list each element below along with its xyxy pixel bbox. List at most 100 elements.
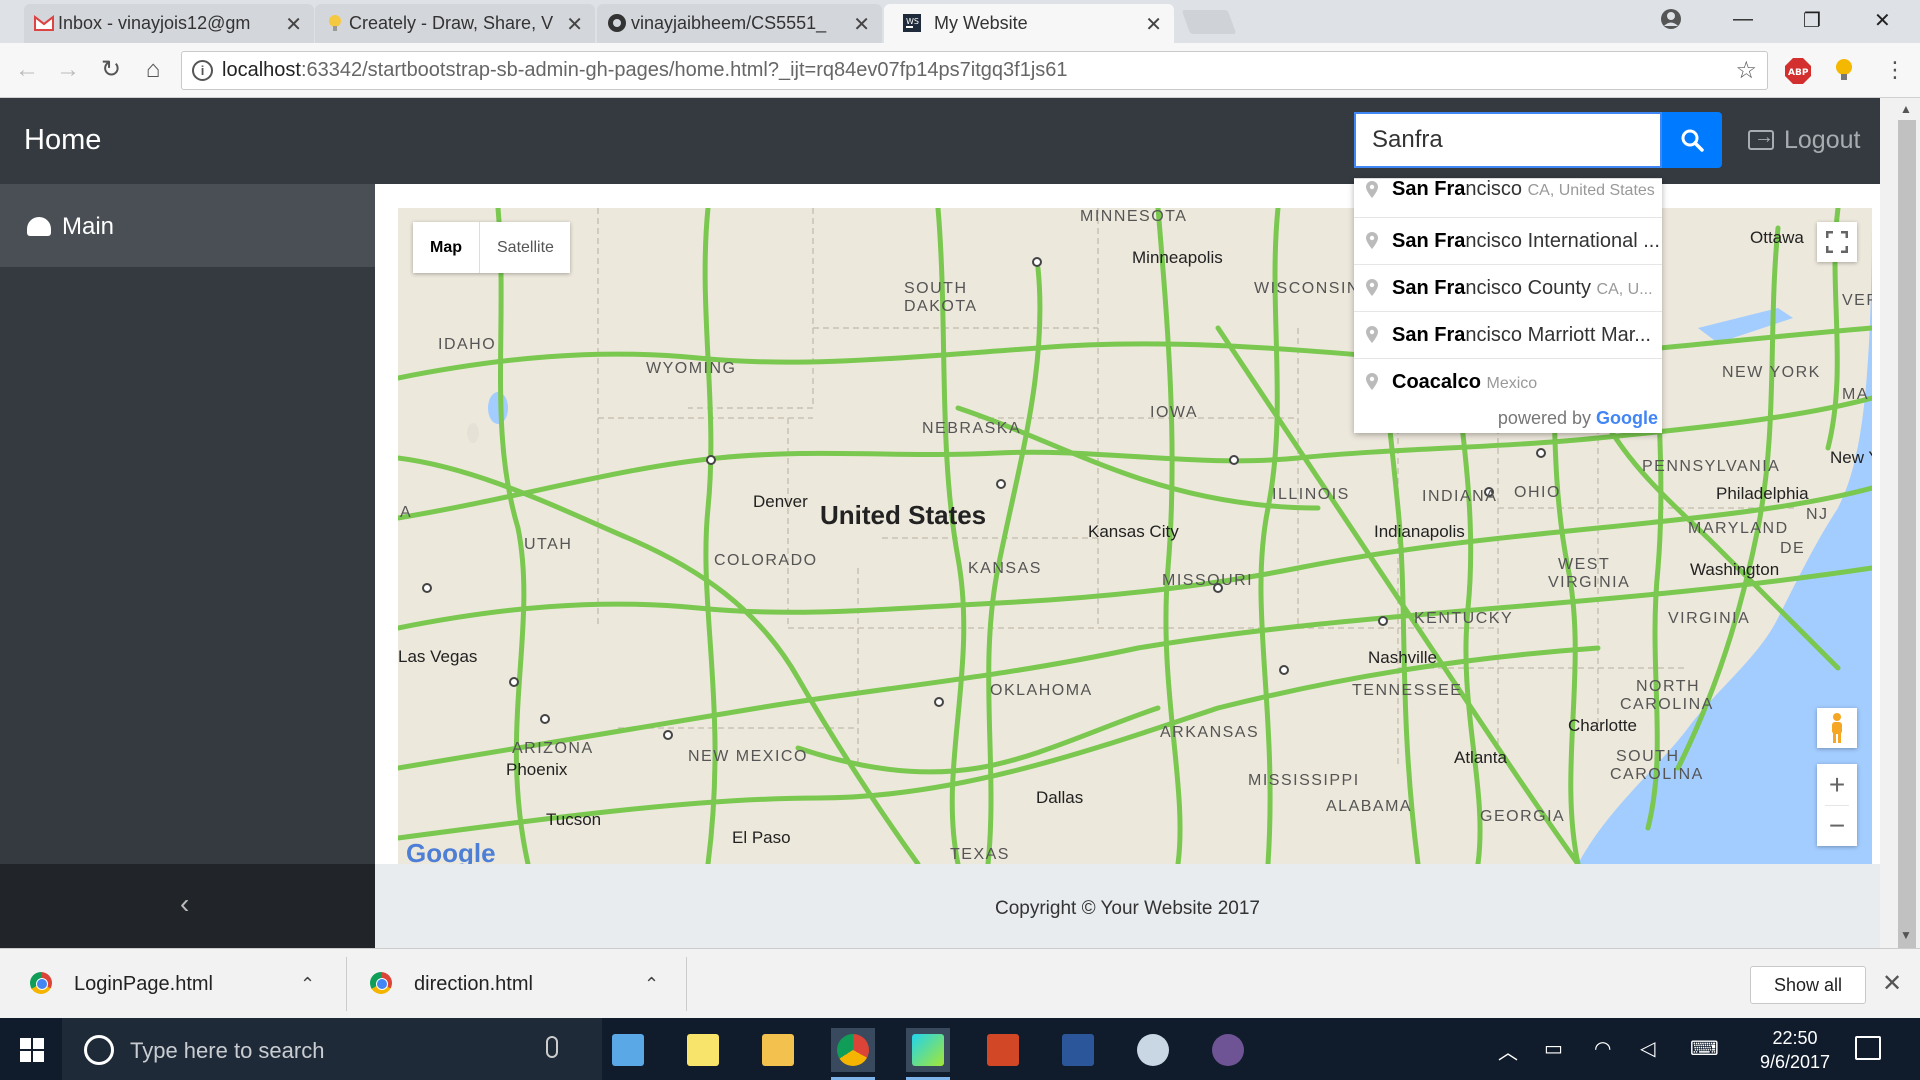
wifi-icon[interactable]: ◠ bbox=[1594, 1036, 1611, 1061]
scrollbar-thumb[interactable] bbox=[1898, 120, 1916, 950]
profile-icon[interactable] bbox=[1660, 8, 1682, 30]
restore-icon[interactable]: ❐ bbox=[1803, 8, 1821, 33]
item-secondary: CA, U... bbox=[1596, 281, 1653, 298]
notification-center-icon[interactable] bbox=[1855, 1036, 1881, 1060]
show-all-button[interactable]: Show all bbox=[1750, 966, 1866, 1004]
word-icon bbox=[1062, 1034, 1094, 1066]
tab-creately[interactable]: Creately - Draw, Share, V ✕ bbox=[315, 4, 595, 43]
state-label: ILLINOIS bbox=[1272, 486, 1350, 503]
taskbar-app-webstorm[interactable] bbox=[906, 1028, 950, 1080]
state-label: KANSAS bbox=[968, 560, 1042, 577]
sidebar-item-main[interactable]: Main bbox=[0, 184, 375, 267]
search-icon bbox=[1681, 129, 1704, 152]
tab-my-website[interactable]: WS My Website ✕ bbox=[884, 4, 1174, 43]
location-pin-icon bbox=[1366, 279, 1378, 296]
fullscreen-button[interactable] bbox=[1817, 222, 1857, 262]
sidebar: Main bbox=[0, 184, 375, 864]
brand-home-link[interactable]: Home bbox=[24, 124, 101, 157]
keyboard-icon[interactable]: ⌨ bbox=[1690, 1036, 1719, 1061]
chrome-icon bbox=[370, 972, 392, 994]
menu-icon[interactable]: ⋮ bbox=[1880, 55, 1910, 85]
page-scrollbar[interactable]: ▲ ▼ bbox=[1880, 98, 1920, 950]
taskbar-app-github[interactable] bbox=[1206, 1028, 1250, 1072]
webstorm-icon: WS bbox=[903, 14, 921, 32]
taskbar-app-file-explorer[interactable] bbox=[756, 1028, 800, 1072]
reload-icon[interactable]: ↻ bbox=[96, 55, 126, 85]
close-tab-icon[interactable]: ✕ bbox=[1145, 12, 1162, 37]
chevron-up-icon[interactable]: ⌃ bbox=[300, 949, 315, 1019]
lightbulb-icon[interactable] bbox=[1834, 57, 1854, 85]
download-item[interactable]: LoginPage.html ⌃ bbox=[30, 949, 324, 1019]
autocomplete-item[interactable]: Coacalco Mexico bbox=[1354, 358, 1662, 405]
taskbar-app-sticky-notes[interactable] bbox=[681, 1028, 725, 1072]
taskbar-app-paint[interactable] bbox=[1131, 1028, 1175, 1072]
state-label: NEW YORK bbox=[1722, 364, 1821, 381]
city-label: Charlotte bbox=[1568, 716, 1637, 735]
chevron-left-icon: ‹ bbox=[180, 888, 190, 919]
state-label: INDIANA bbox=[1422, 488, 1498, 505]
tab-github[interactable]: vinayjaibheem/CS5551_ ✕ bbox=[597, 4, 882, 43]
new-tab-button[interactable] bbox=[1181, 10, 1237, 34]
city-label: Atlanta bbox=[1454, 748, 1507, 767]
show-hidden-icons-icon[interactable]: ︿ bbox=[1498, 1036, 1518, 1065]
home-icon[interactable]: ⌂ bbox=[138, 55, 168, 85]
taskbar-app-control-panel[interactable] bbox=[606, 1028, 650, 1072]
zoom-out-button[interactable]: − bbox=[1817, 805, 1857, 846]
city-label: Washington bbox=[1690, 560, 1780, 579]
tab-inbox[interactable]: Inbox - vinayjois12@gm ✕ bbox=[24, 4, 314, 43]
powered-by-text: powered by bbox=[1497, 408, 1591, 428]
search-input[interactable] bbox=[1354, 112, 1662, 168]
info-icon[interactable]: i bbox=[192, 60, 213, 81]
windows-start-icon[interactable] bbox=[20, 1038, 44, 1062]
close-tab-icon[interactable]: ✕ bbox=[853, 12, 870, 37]
tab-title: Inbox - vinayjois12@gm bbox=[58, 13, 251, 33]
minimize-icon[interactable]: — bbox=[1733, 8, 1753, 31]
back-icon[interactable]: ← bbox=[12, 55, 42, 85]
microphone-icon[interactable] bbox=[546, 1036, 558, 1058]
taskbar-clock[interactable]: 22:50 9/6/2017 bbox=[1740, 1026, 1850, 1074]
close-tab-icon[interactable]: ✕ bbox=[566, 12, 583, 37]
taskbar-app-powerpoint[interactable] bbox=[981, 1028, 1025, 1072]
state-label: MISSISSIPPI bbox=[1248, 772, 1360, 789]
forward-icon[interactable]: → bbox=[53, 55, 83, 85]
state-label: KENTUCKY bbox=[1414, 610, 1514, 627]
webstorm-icon bbox=[912, 1034, 944, 1066]
map-type-map-button[interactable]: Map bbox=[413, 222, 479, 273]
scroll-up-icon[interactable]: ▲ bbox=[1900, 102, 1912, 116]
item-rest: ncisco Marriott Mar... bbox=[1465, 324, 1651, 346]
autocomplete-item[interactable]: San Francisco International ... bbox=[1354, 217, 1662, 264]
download-filename: LoginPage.html bbox=[74, 973, 213, 995]
taskbar-app-word[interactable] bbox=[1056, 1028, 1100, 1072]
chevron-up-icon[interactable]: ⌃ bbox=[644, 949, 659, 1019]
search-button[interactable] bbox=[1662, 112, 1722, 168]
top-navbar: Home Logout bbox=[0, 98, 1880, 184]
bookmark-star-icon[interactable]: ☆ bbox=[1735, 52, 1757, 89]
url-path: :63342/startbootstrap-sb-admin-gh-pages/… bbox=[300, 59, 1068, 81]
close-window-icon[interactable]: ✕ bbox=[1874, 8, 1891, 33]
scroll-down-icon[interactable]: ▼ bbox=[1900, 928, 1912, 942]
browser-tab-bar: Inbox - vinayjois12@gm ✕ Creately - Draw… bbox=[0, 0, 1920, 43]
volume-icon[interactable]: ◁ bbox=[1640, 1036, 1655, 1061]
taskbar-app-chrome[interactable] bbox=[831, 1028, 875, 1080]
autocomplete-item[interactable]: San Francisco County CA, U... bbox=[1354, 264, 1662, 311]
autocomplete-item[interactable]: San Francisco Marriott Mar... bbox=[1354, 311, 1662, 358]
close-tab-icon[interactable]: ✕ bbox=[285, 12, 302, 37]
state-label: SOUTH bbox=[1616, 748, 1680, 765]
state-label: VIRGINIA bbox=[1668, 610, 1751, 627]
taskbar-search-box[interactable]: Type here to search bbox=[62, 1018, 602, 1080]
adblock-icon[interactable]: ABP bbox=[1784, 57, 1812, 85]
zoom-in-button[interactable]: + bbox=[1817, 764, 1857, 805]
svg-text:ABP: ABP bbox=[1788, 68, 1809, 78]
item-rest: ncisco County bbox=[1465, 277, 1591, 299]
close-icon[interactable]: ✕ bbox=[1882, 969, 1902, 998]
battery-icon[interactable]: ▭ bbox=[1544, 1036, 1563, 1061]
cortana-icon bbox=[84, 1035, 114, 1065]
street-view-pegman[interactable] bbox=[1817, 708, 1857, 748]
city-label: Dallas bbox=[1036, 788, 1084, 807]
url-field[interactable]: i localhost:63342/startbootstrap-sb-admi… bbox=[181, 51, 1768, 90]
download-item[interactable]: direction.html ⌃ bbox=[370, 949, 664, 1019]
sidebar-toggle-button[interactable]: ‹ bbox=[0, 864, 375, 948]
autocomplete-item[interactable]: San Francisco CA, United States bbox=[1354, 179, 1662, 217]
map-type-satellite-button[interactable]: Satellite bbox=[479, 222, 571, 273]
logout-link[interactable]: Logout bbox=[1748, 126, 1860, 155]
